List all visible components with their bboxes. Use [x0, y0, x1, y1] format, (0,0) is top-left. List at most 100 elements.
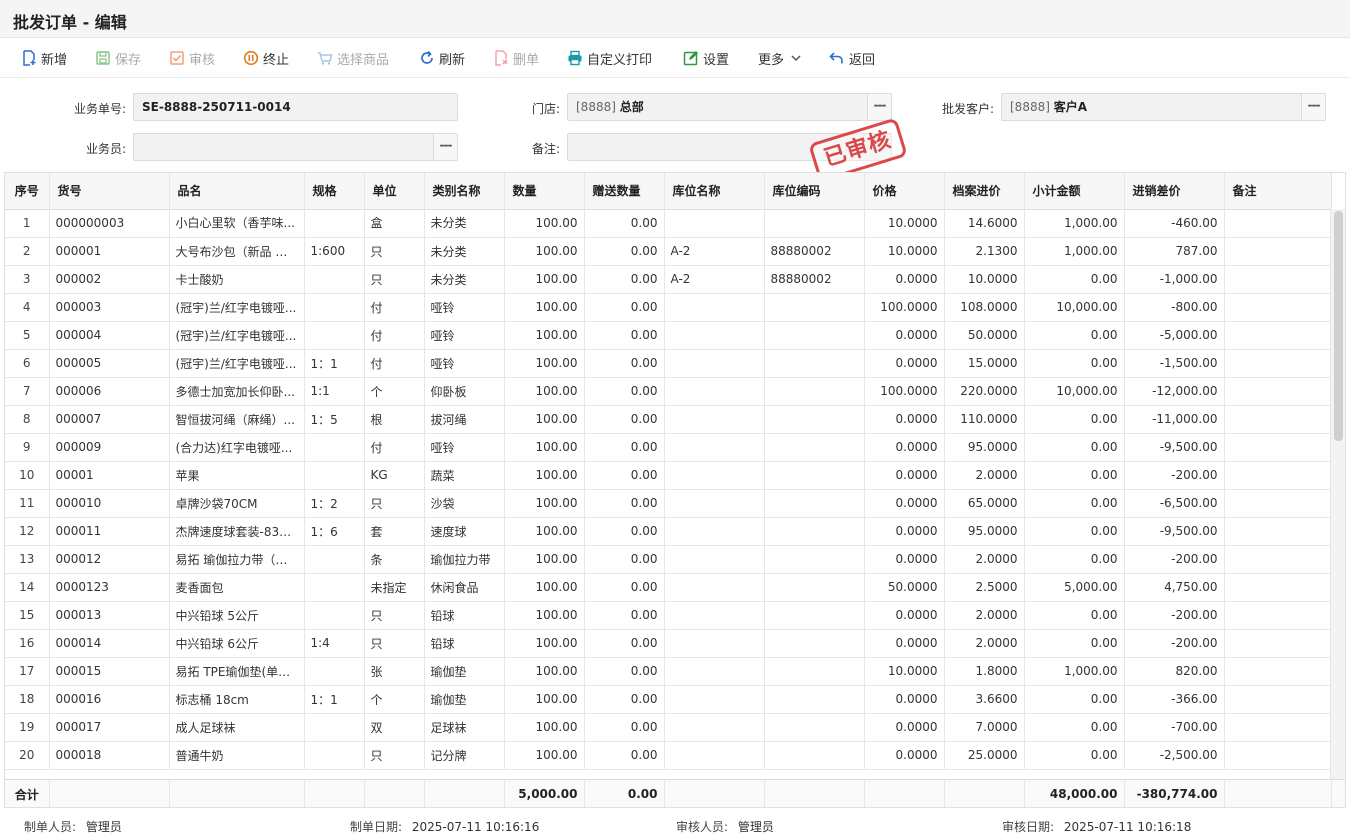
table-cell[interactable]: 17 — [5, 657, 50, 686]
table-cell[interactable] — [764, 685, 865, 714]
table-cell[interactable]: 瑜伽垫 — [424, 657, 505, 686]
table-cell[interactable]: 0.00 — [584, 293, 665, 322]
table-cell[interactable]: 2.0000 — [944, 629, 1025, 658]
table-cell[interactable]: 0.00 — [584, 349, 665, 378]
table-cell[interactable]: 未分类 — [424, 209, 505, 238]
table-cell[interactable] — [664, 741, 765, 770]
table-cell[interactable]: 个 — [364, 377, 425, 406]
table-row[interactable]: 11 000010 卓牌沙袋70CM 1：2 只沙袋 100.00 0.00 0.0000 65… — [5, 489, 1331, 518]
column-header[interactable]: 备注 — [1224, 173, 1332, 210]
scrollbar-thumb[interactable] — [1334, 211, 1343, 441]
table-cell[interactable]: 000012 — [49, 545, 170, 574]
table-cell[interactable]: -6,500.00 — [1124, 489, 1225, 518]
table-cell[interactable]: 000003 — [49, 293, 170, 322]
table-cell[interactable]: 0.00 — [1024, 629, 1125, 658]
table-cell[interactable]: 4,750.00 — [1124, 573, 1225, 602]
order-no-field[interactable]: SE-8888-250711-0014 — [133, 93, 458, 121]
table-cell[interactable]: -700.00 — [1124, 713, 1225, 742]
table-row[interactable]: 7 000006 多德士加宽加长仰卧... 1:1 个仰卧板 100.00 0.00 100.… — [5, 377, 1331, 406]
table-cell[interactable]: 100.00 — [504, 685, 585, 714]
table-cell[interactable]: KG — [364, 461, 425, 490]
table-cell[interactable]: 000002 — [49, 265, 170, 294]
table-cell[interactable] — [1224, 461, 1331, 490]
table-cell[interactable] — [664, 713, 765, 742]
table-cell[interactable]: 1：1 — [304, 349, 365, 378]
table-cell[interactable]: 0.00 — [1024, 265, 1125, 294]
table-cell[interactable]: 0.0000 — [864, 321, 945, 350]
table-cell[interactable] — [1224, 545, 1331, 574]
table-cell[interactable]: 0.00 — [584, 713, 665, 742]
table-cell[interactable]: -1,000.00 — [1124, 265, 1225, 294]
table-row[interactable]: 8 000007 智恒拔河绳（麻绳）... 1：5 根拔河绳 100.00 0.00 0.00… — [5, 405, 1331, 434]
table-cell[interactable]: -200.00 — [1124, 629, 1225, 658]
table-cell[interactable]: 哑铃 — [424, 321, 505, 350]
table-cell[interactable]: -200.00 — [1124, 601, 1225, 630]
table-cell[interactable] — [304, 545, 365, 574]
table-cell[interactable]: 未分类 — [424, 237, 505, 266]
table-cell[interactable] — [764, 321, 865, 350]
table-cell[interactable]: 0.00 — [1024, 433, 1125, 462]
table-cell[interactable]: 大号布沙包（新品 卡... — [169, 237, 305, 266]
table-cell[interactable]: 3 — [5, 265, 50, 294]
table-cell[interactable]: (合力达)红字电镀哑... — [169, 433, 305, 462]
table-cell[interactable] — [1224, 265, 1331, 294]
table-cell[interactable]: 瑜伽垫 — [424, 685, 505, 714]
table-cell[interactable]: 铅球 — [424, 601, 505, 630]
table-cell[interactable]: 0.00 — [1024, 545, 1125, 574]
column-header[interactable]: 进销差价 — [1124, 173, 1225, 210]
table-cell[interactable]: 未分类 — [424, 265, 505, 294]
table-cell[interactable]: 1 — [5, 209, 50, 238]
column-header[interactable]: 库位名称 — [664, 173, 765, 210]
table-cell[interactable]: 000018 — [49, 741, 170, 770]
table-cell[interactable]: 0.00 — [584, 657, 665, 686]
table-cell[interactable] — [764, 489, 865, 518]
table-cell[interactable] — [1224, 573, 1331, 602]
table-cell[interactable]: 100.00 — [504, 405, 585, 434]
table-cell[interactable]: 沙袋 — [424, 489, 505, 518]
table-cell[interactable] — [304, 657, 365, 686]
table-cell[interactable] — [1224, 657, 1331, 686]
table-cell[interactable]: 1:600 — [304, 237, 365, 266]
table-cell[interactable]: 10.0000 — [864, 209, 945, 238]
table-row[interactable]: 16 000014 中兴铅球 6公斤 1:4 只铅球 100.00 0.00 0.0000 2.… — [5, 629, 1331, 658]
table-cell[interactable]: 0.0000 — [864, 265, 945, 294]
table-row[interactable]: 1 000000003 小白心里软（香芋味... 盒未分类 100.00 0.00 10.0… — [5, 209, 1331, 238]
table-cell[interactable]: 0.00 — [584, 237, 665, 266]
table-cell[interactable]: 1：6 — [304, 517, 365, 546]
table-cell[interactable]: -12,000.00 — [1124, 377, 1225, 406]
column-header[interactable]: 单位 — [364, 173, 425, 210]
table-cell[interactable] — [764, 405, 865, 434]
table-cell[interactable]: 0.0000 — [864, 489, 945, 518]
table-cell[interactable]: 15 — [5, 601, 50, 630]
store-picker-button[interactable]: --- — [867, 94, 891, 120]
delete-order-button[interactable]: 删单 — [493, 47, 539, 69]
table-cell[interactable]: 100.00 — [504, 517, 585, 546]
table-cell[interactable] — [764, 573, 865, 602]
table-cell[interactable]: 麦香面包 — [169, 573, 305, 602]
table-cell[interactable]: 100.00 — [504, 265, 585, 294]
table-row[interactable]: 9 000009 (合力达)红字电镀哑... 付哑铃 100.00 0.00 0.0000 9… — [5, 433, 1331, 462]
table-cell[interactable]: 根 — [364, 405, 425, 434]
table-cell[interactable]: 2.5000 — [944, 573, 1025, 602]
table-cell[interactable]: 10.0000 — [864, 657, 945, 686]
table-cell[interactable]: (冠宇)兰/红字电镀哑... — [169, 321, 305, 350]
table-row[interactable]: 19 000017 成人足球袜双足球袜 100.00 0.00 0.0000 7.0000 0… — [5, 713, 1331, 742]
table-cell[interactable]: 000016 — [49, 685, 170, 714]
column-header[interactable]: 小计金额 — [1024, 173, 1125, 210]
table-cell[interactable]: 卓牌沙袋70CM — [169, 489, 305, 518]
table-cell[interactable]: 100.00 — [504, 629, 585, 658]
table-cell[interactable]: 65.0000 — [944, 489, 1025, 518]
table-cell[interactable] — [664, 461, 765, 490]
table-cell[interactable]: -9,500.00 — [1124, 433, 1225, 462]
custom-print-button[interactable]: 自定义打印 — [567, 47, 652, 69]
table-cell[interactable]: 000007 — [49, 405, 170, 434]
table-cell[interactable]: 10,000.00 — [1024, 377, 1125, 406]
table-cell[interactable]: 智恒拔河绳（麻绳）... — [169, 405, 305, 434]
table-cell[interactable]: 套 — [364, 517, 425, 546]
table-cell[interactable] — [664, 545, 765, 574]
table-cell[interactable]: 小白心里软（香芋味... — [169, 209, 305, 238]
table-cell[interactable]: 000000003 — [49, 209, 170, 238]
table-cell[interactable]: 19 — [5, 713, 50, 742]
table-cell[interactable]: 易拓 瑜伽拉力带（加... — [169, 545, 305, 574]
table-cell[interactable] — [764, 293, 865, 322]
